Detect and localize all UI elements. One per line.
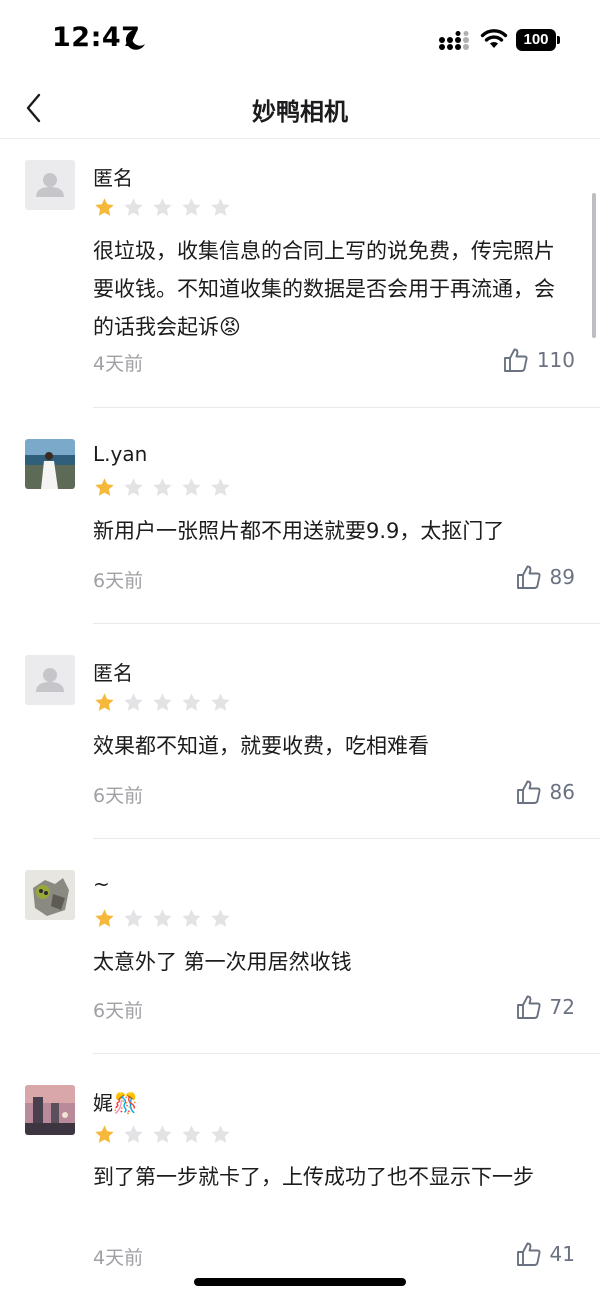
avatar-placeholder	[25, 655, 75, 705]
star-empty-icon	[124, 1125, 143, 1143]
star-rating	[94, 908, 231, 929]
review-time: 6天前	[93, 570, 144, 592]
review-username: ~	[93, 872, 110, 896]
star-rating	[94, 197, 231, 218]
star-empty-icon	[124, 198, 143, 216]
review-item: 娓🎊 到了第一步就卡了，上传成功了也不显示下一步 4天前 41	[0, 1054, 600, 1298]
star-empty-icon	[153, 693, 172, 711]
star-empty-icon	[182, 478, 201, 496]
star-empty-icon	[182, 693, 201, 711]
star-empty-icon	[124, 693, 143, 711]
star-empty-icon	[211, 198, 230, 216]
like-button[interactable]: 41	[516, 1241, 575, 1267]
star-filled-icon	[95, 478, 114, 496]
review-username: 匿名	[93, 166, 133, 190]
star-rating	[94, 1124, 231, 1145]
star-filled-icon	[95, 693, 114, 711]
status-bar: 12:47 100	[0, 0, 600, 80]
review-text: 到了第一步就卡了，上传成功了也不显示下一步	[93, 1165, 534, 1189]
star-empty-icon	[211, 909, 230, 927]
star-empty-icon	[182, 909, 201, 927]
navigation-bar: 妙鸭相机	[0, 80, 600, 139]
moon-icon	[125, 29, 145, 50]
home-indicator[interactable]	[194, 1278, 406, 1286]
like-count: 89	[549, 565, 575, 589]
page-title: 妙鸭相机	[252, 98, 348, 126]
star-rating	[94, 477, 231, 498]
review-text: 太意外了 第一次用居然收钱	[93, 950, 352, 974]
avatar	[25, 439, 75, 489]
avatar	[25, 1085, 75, 1135]
like-count: 110	[536, 348, 575, 372]
review-item: ~ 太意外了 第一次用居然收钱 6天前 72	[0, 839, 600, 1054]
review-text: 效果都不知道，就要收费，吃相难看	[93, 734, 429, 758]
review-item: 匿名 效果都不知道，就要收费，吃相难看 6天前 86	[0, 624, 600, 839]
star-empty-icon	[211, 478, 230, 496]
thumbs-up-icon	[516, 995, 541, 1019]
thumbs-up-icon	[516, 1242, 541, 1266]
thumbs-up-icon	[503, 348, 528, 372]
like-count: 86	[549, 780, 575, 804]
star-empty-icon	[182, 198, 201, 216]
review-item: 匿名 很垃圾，收集信息的合同上写的说免费，传完照片要收钱。不知道收集的数据是否会…	[0, 140, 600, 408]
review-item: L.yan 新用户一张照片都不用送就要9.9，太抠门了 6天前 89	[0, 408, 600, 624]
cellular-signal-icon	[439, 31, 469, 50]
thumbs-up-icon	[516, 780, 541, 804]
battery-indicator: 100	[516, 29, 560, 51]
star-filled-icon	[95, 198, 114, 216]
like-button[interactable]: 86	[516, 779, 575, 805]
like-button[interactable]: 72	[516, 994, 575, 1020]
star-empty-icon	[153, 1125, 172, 1143]
star-empty-icon	[153, 909, 172, 927]
avatar	[25, 870, 75, 920]
scrollbar[interactable]	[592, 193, 596, 338]
star-empty-icon	[153, 198, 172, 216]
like-count: 72	[549, 995, 575, 1019]
star-empty-icon	[182, 1125, 201, 1143]
like-count: 41	[549, 1242, 575, 1266]
battery-cap	[557, 36, 560, 44]
star-empty-icon	[153, 478, 172, 496]
star-empty-icon	[124, 909, 143, 927]
review-text: 新用户一张照片都不用送就要9.9，太抠门了	[93, 519, 505, 543]
review-time: 4天前	[93, 353, 144, 375]
review-username: L.yan	[93, 442, 148, 466]
star-filled-icon	[95, 1125, 114, 1143]
avatar-placeholder	[25, 160, 75, 210]
review-time: 6天前	[93, 1000, 144, 1022]
thumbs-up-icon	[516, 565, 541, 589]
review-time: 6天前	[93, 785, 144, 807]
like-button[interactable]: 110	[503, 347, 575, 373]
star-empty-icon	[211, 693, 230, 711]
star-rating	[94, 692, 231, 713]
review-time: 4天前	[93, 1247, 144, 1269]
like-button[interactable]: 89	[516, 564, 575, 590]
review-username: 匿名	[93, 661, 133, 685]
wifi-icon	[480, 29, 508, 48]
review-username: 娓🎊	[93, 1091, 138, 1115]
star-filled-icon	[95, 909, 114, 927]
star-empty-icon	[211, 1125, 230, 1143]
review-text: 很垃圾，收集信息的合同上写的说免费，传完照片要收钱。不知道收集的数据是否会用于再…	[93, 239, 555, 339]
battery-level: 100	[516, 29, 556, 51]
star-empty-icon	[124, 478, 143, 496]
